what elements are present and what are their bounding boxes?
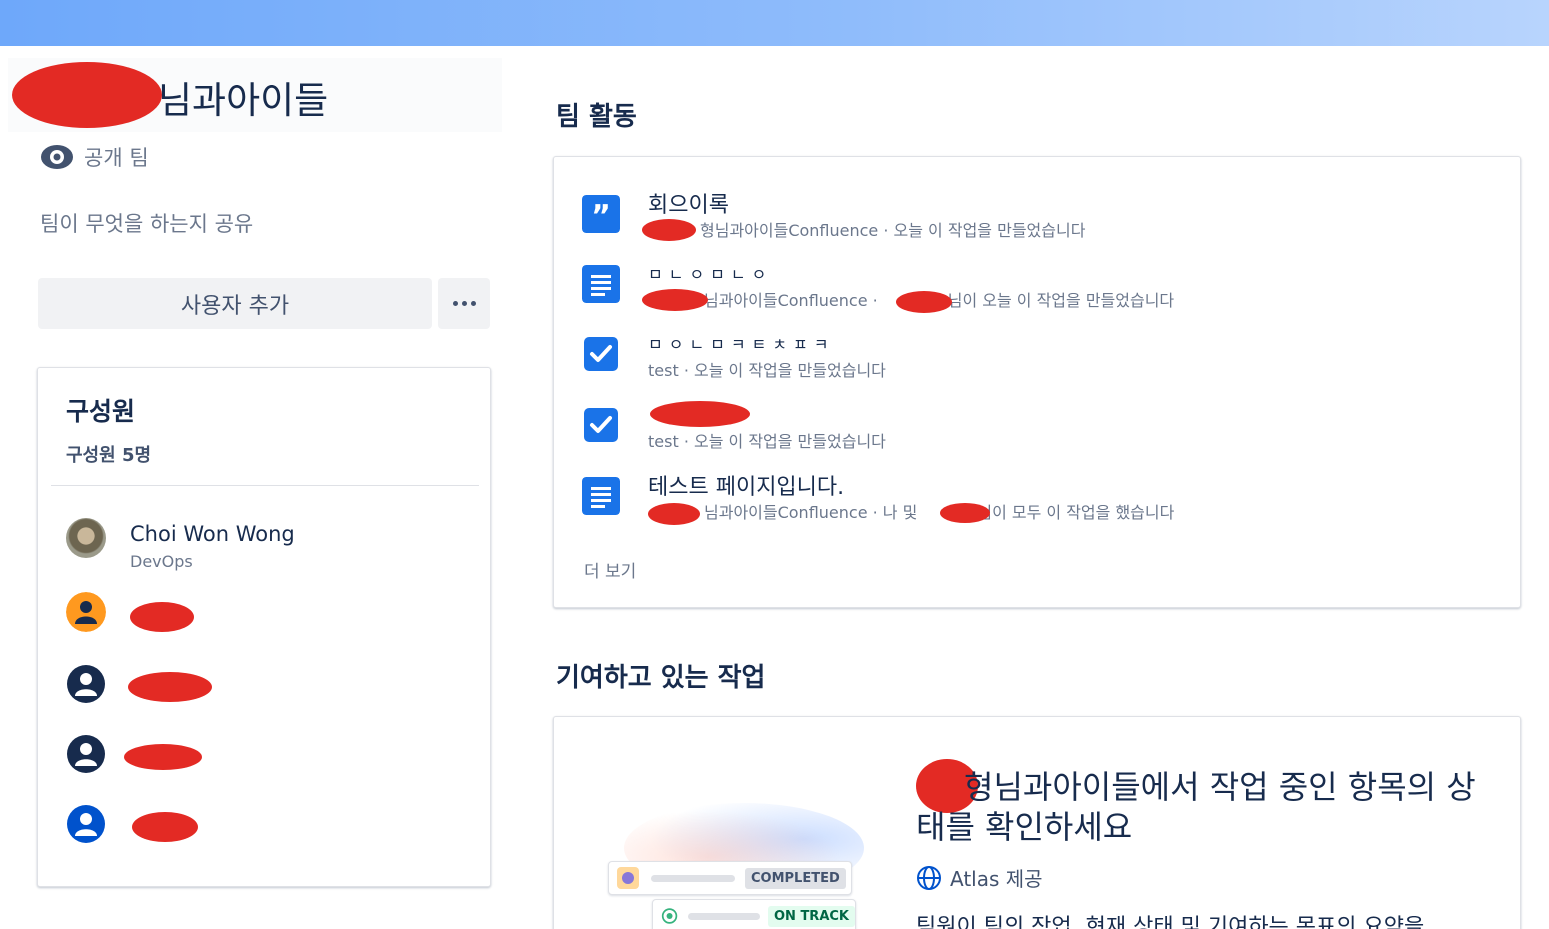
activity-item[interactable]: ㅁㄴㅇㅁㄴㅇ 님과아이들Confluence · 님이 오늘 이 작업을 만들었습… — [582, 257, 1502, 317]
header-banner — [0, 0, 1549, 46]
user-avatar-icon — [67, 805, 105, 843]
user-avatar-icon — [66, 592, 106, 632]
show-more-link[interactable]: 더 보기 — [584, 557, 636, 582]
user-avatar-icon — [67, 665, 105, 703]
visibility-label: 공개 팀 — [84, 146, 149, 170]
page-icon — [582, 265, 620, 303]
activity-meta-text: 님과아이들Confluence · — [704, 291, 878, 310]
work-description: 팀원이 팀의 작업, 현재 상태 및 기여하는 목표의 요약을 — [916, 915, 1425, 929]
activity-title: ㅁㅇㄴㅁㅋㅌㅊㅍㅋ — [648, 335, 835, 354]
member-role: DevOps — [130, 552, 193, 571]
atlas-label: Atlas 제공 — [950, 867, 1043, 891]
checkbox-icon — [584, 337, 618, 371]
user-avatar-icon — [67, 735, 105, 773]
status-on-track-badge: ON TRACK — [767, 905, 855, 927]
page-icon — [582, 477, 620, 515]
member-item[interactable] — [66, 734, 130, 774]
activity-meta-text: 형님과아이들Confluence · 오늘 이 작업을 만들었습니다 — [700, 221, 1086, 240]
eye-icon — [41, 145, 73, 169]
member-item[interactable]: Choi Won Wong DevOps — [66, 518, 295, 571]
activity-meta-text-2: 님이 모두 이 작업을 했습니다 — [977, 503, 1175, 522]
activity-item[interactable]: 테스트 페이지입니다. 님과아이들Confluence · 나 및 님이 모두 이… — [582, 469, 1502, 529]
more-dot-icon — [470, 301, 476, 306]
redaction-mark — [130, 602, 194, 632]
atlas-globe-icon — [917, 865, 941, 890]
redaction-mark — [648, 503, 700, 525]
redaction-mark — [124, 744, 202, 770]
more-dot-icon — [452, 301, 458, 306]
redaction-mark — [896, 291, 952, 313]
placeholder-bar — [651, 874, 735, 882]
work-card: COMPLETED ON TRACK 형님과아이들에서 작업 중인 항목의 상태… — [553, 716, 1521, 929]
status-completed-badge: COMPLETED — [745, 867, 846, 889]
member-item[interactable] — [66, 664, 130, 704]
placeholder-bar — [688, 912, 760, 920]
quote-icon: ” — [582, 195, 620, 233]
divider — [51, 485, 479, 486]
activity-meta-text: 님과아이들Confluence · 나 및 — [704, 503, 918, 522]
status-illustration: COMPLETED ON TRACK — [604, 803, 864, 929]
activity-meta: 님과아이들Confluence · 나 및 님이 모두 이 작업을 했습니다 — [648, 499, 1174, 523]
redaction-mark — [650, 401, 750, 427]
activity-meta-text-2: 님이 오늘 이 작업을 만들었습니다 — [947, 291, 1175, 310]
more-dot-icon — [461, 301, 467, 306]
more-actions-button[interactable] — [438, 278, 490, 329]
svg-text:”: ” — [591, 199, 611, 233]
members-count: 구성원 5명 — [66, 445, 152, 466]
team-description-field[interactable]: 팀이 무엇을 하는지 공유 — [40, 208, 253, 238]
redaction-mark — [132, 812, 198, 842]
atlas-provider[interactable]: Atlas 제공 — [916, 863, 1043, 892]
activity-title: 회으이록 — [648, 193, 729, 218]
team-name[interactable]: 님과아이들 — [158, 70, 328, 124]
member-item[interactable] — [66, 592, 130, 632]
activity-item[interactable]: ㅁㅇㄴㅁㅋㅌㅊㅍㅋ test · 오늘 이 작업을 만들었습니다 — [582, 327, 1502, 387]
redaction-mark — [940, 503, 990, 523]
status-row-on-track: ON TRACK — [652, 899, 856, 929]
members-title: 구성원 — [66, 397, 136, 426]
redaction-mark — [12, 62, 162, 128]
status-row-completed: COMPLETED — [608, 861, 852, 895]
avatar — [66, 518, 106, 558]
checkbox-icon — [584, 408, 618, 442]
goal-avatar-icon — [617, 867, 639, 889]
work-heading-text: 형님과아이들에서 작업 중인 항목의 상태를 확인하세요 — [916, 768, 1476, 846]
activity-title: ㅁㄴㅇㅁㄴㅇ — [648, 265, 773, 284]
members-card: 구성원 구성원 5명 Choi Won Wong DevOps — [37, 367, 491, 887]
work-section-title: 기여하고 있는 작업 — [556, 663, 766, 693]
target-icon — [661, 908, 678, 924]
member-item[interactable] — [66, 804, 130, 844]
work-heading: 형님과아이들에서 작업 중인 항목의 상태를 확인하세요 — [916, 767, 1476, 847]
activity-meta: test · 오늘 이 작업을 만들었습니다 — [648, 432, 886, 451]
activity-item[interactable]: ” 회으이록 형님과아이들Confluence · 오늘 이 작업을 만들었습니… — [582, 187, 1502, 247]
add-user-button[interactable]: 사용자 추가 — [38, 278, 432, 329]
activity-meta: 형님과아이들Confluence · 오늘 이 작업을 만들었습니다 — [648, 217, 1085, 241]
redaction-mark — [642, 289, 708, 311]
team-visibility: 공개 팀 — [40, 142, 149, 172]
redaction-mark — [642, 219, 696, 241]
activity-meta: test · 오늘 이 작업을 만들었습니다 — [648, 361, 886, 380]
redaction-mark — [128, 672, 212, 702]
activity-title: 테스트 페이지입니다. — [648, 475, 845, 500]
member-name: Choi Won Wong — [130, 522, 295, 546]
activity-section-title: 팀 활동 — [556, 102, 637, 132]
activity-card: ” 회으이록 형님과아이들Confluence · 오늘 이 작업을 만들었습니… — [553, 156, 1521, 608]
